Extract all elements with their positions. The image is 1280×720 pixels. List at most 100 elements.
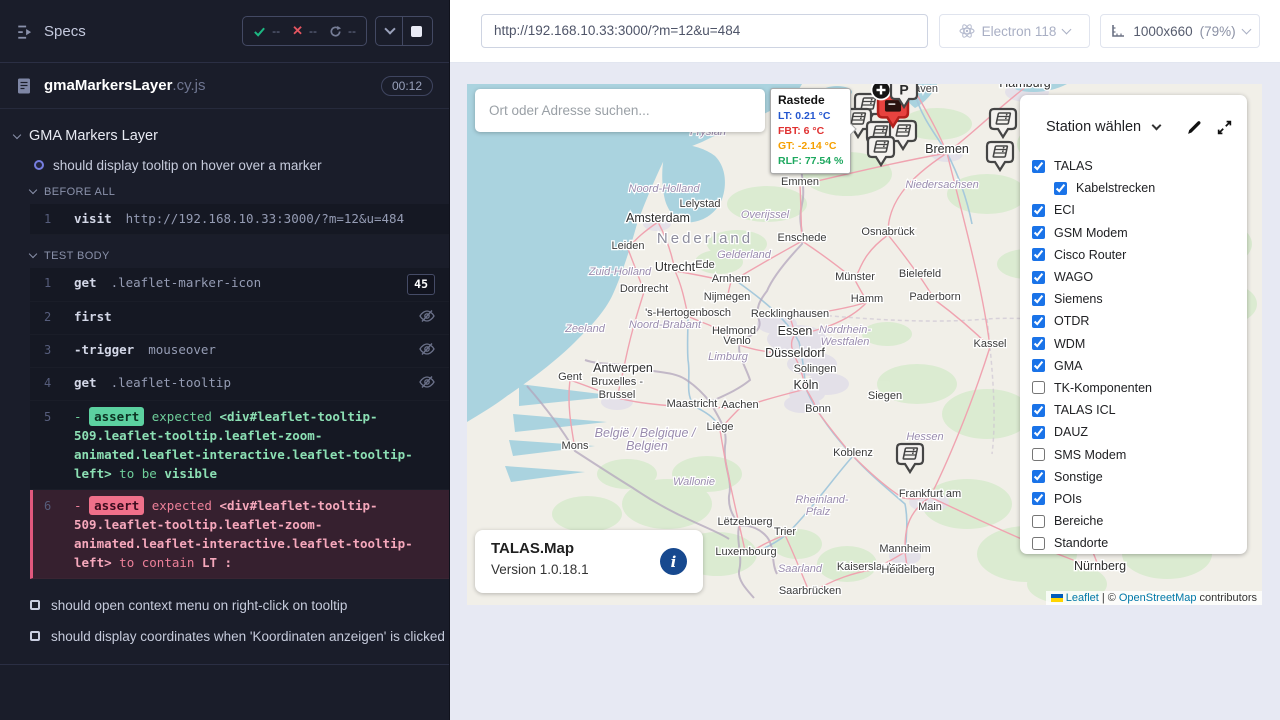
command-line-number: 5 [44,407,74,427]
assert-command-row[interactable]: 5- assert expected <div#leaflet-tooltip-… [30,401,449,490]
station-checkbox[interactable] [1032,204,1045,217]
station-checkbox[interactable] [1032,337,1045,350]
info-icon[interactable]: i [660,548,687,575]
section-label: BEFORE ALL [44,186,115,198]
pending-test-row[interactable]: should display coordinates when 'Koordin… [0,622,449,650]
station-checkbox[interactable] [1032,448,1045,461]
station-checkbox[interactable] [1032,492,1045,505]
station-checkbox[interactable] [1032,160,1045,173]
chevron-down-icon[interactable] [1152,120,1162,130]
station-checkbox[interactable] [1032,381,1045,394]
test-body-commands: 1get.leaflet-marker-icon452first3-trigge… [30,268,449,579]
map-label: Recklinghausen [751,308,829,320]
station-checkbox-label[interactable]: Kabelstrecken [1076,181,1155,195]
station-checkbox[interactable] [1032,226,1045,239]
station-checkbox-label[interactable]: GSM Modem [1054,226,1128,240]
pending-tests: should open context menu on right-click … [0,591,449,650]
browser-select[interactable]: Electron 118 [939,14,1090,48]
edit-pencil-icon[interactable] [1186,119,1203,136]
tooltip-value-row: FBT: 6 °C [778,124,843,139]
station-checkbox[interactable] [1032,359,1045,372]
osm-link[interactable]: OpenStreetMap [1119,592,1197,604]
assert-command-row[interactable]: 6- assert expected <div#leaflet-tooltip-… [30,490,449,579]
station-checkbox-label[interactable]: POIs [1054,492,1082,506]
map-label: Gent [558,371,582,383]
station-checkbox-item: Bereiche [1020,510,1247,532]
pending-refresh-icon [329,25,342,38]
command-args: http://192.168.10.33:3000/?m=12&u=484 [126,210,404,227]
station-checkbox[interactable] [1032,315,1045,328]
spec-file-name: gmaMarkersLayer [44,77,172,94]
station-checkbox[interactable] [1032,293,1045,306]
suite-row[interactable]: GMA Markers Layer [0,121,449,151]
test-row[interactable]: should display tooltip on hover over a m… [0,151,449,179]
map-label: Bremen [925,142,969,156]
station-checkbox-label[interactable]: TALAS ICL [1054,403,1116,417]
command-name: visit [74,210,112,227]
map-label: Zuid-Holland [588,266,652,278]
test-running-icon [34,160,44,170]
leaflet-link[interactable]: Leaflet [1066,592,1099,604]
station-checkbox[interactable] [1032,271,1045,284]
station-checkbox-label[interactable]: Siemens [1054,292,1103,306]
station-checkbox-label[interactable]: Bereiche [1054,514,1103,528]
viewport-select[interactable]: 1000x660 (79%) [1100,14,1260,48]
command-row[interactable]: 4get.leaflet-tooltip [30,368,449,401]
pending-test-row[interactable]: should open context menu on right-click … [0,591,449,619]
map-label: Liège [707,421,734,433]
specs-list-icon[interactable] [16,22,34,40]
station-checkbox[interactable] [1032,426,1045,439]
expand-icon[interactable] [1216,119,1233,136]
map-label: Limburg [708,351,749,363]
map-label: Utrecht [655,260,696,274]
station-checkbox[interactable] [1032,537,1045,550]
station-checkbox[interactable] [1032,515,1045,528]
collapse-chevron-icon[interactable] [384,23,395,34]
command-row[interactable]: 3-triggermouseover [30,335,449,368]
leaflet-map[interactable]: FryslânNoord-HollandLelystadAmsterdamOve… [467,84,1262,605]
command-row[interactable]: 1get.leaflet-marker-icon45 [30,268,449,302]
station-checkbox-label[interactable]: DAUZ [1054,425,1088,439]
command-row[interactable]: 2first [30,302,449,335]
station-checkbox-label[interactable]: Standorte [1054,536,1108,550]
map-marker-plus[interactable] [872,84,891,100]
station-checkbox-label[interactable]: Sonstige [1054,470,1103,484]
station-checkbox-label[interactable]: GMA [1054,359,1082,373]
station-checkbox-label[interactable]: WDM [1054,337,1085,351]
station-checkbox[interactable] [1054,182,1067,195]
station-checkbox-label[interactable]: TK-Komponenten [1054,381,1152,395]
before-all-section[interactable]: BEFORE ALL [0,179,449,204]
station-checkbox-label[interactable]: Cisco Router [1054,248,1126,262]
attribution-text: contributors [1200,592,1257,604]
station-checkbox-label[interactable]: WAGO [1054,270,1093,284]
attribution-separator: | © [1102,592,1116,604]
eye-slash-icon [419,341,435,357]
station-checkbox-item: GSM Modem [1020,222,1247,244]
station-checkbox-label[interactable]: TALAS [1054,159,1093,173]
specs-header: Specs -- ✕ -- -- [0,0,449,63]
eye-slash-icon [419,374,435,390]
spec-file-row[interactable]: gmaMarkersLayer .cy.js 00:12 [0,63,449,108]
stop-button[interactable] [411,26,422,37]
map-label: Lëtzebuerg [717,516,772,528]
command-row[interactable]: 1visithttp://192.168.10.33:3000/?m=12&u=… [30,204,449,235]
station-checkbox[interactable] [1032,248,1045,261]
station-checkbox[interactable] [1032,404,1045,417]
map-label: 's-Hertogenbosch [645,307,731,319]
station-checkbox-label[interactable]: OTDR [1054,314,1089,328]
station-checkbox-label[interactable]: SMS Modem [1054,448,1126,462]
map-label: Heidelberg [881,564,934,576]
url-bar[interactable]: http://192.168.10.33:3000/?m=12&u=484 [481,14,928,48]
command-line-number: 1 [44,274,74,292]
map-label: Overijssel [741,209,790,221]
marker-tooltip[interactable]: Rastede LT: 0.21 °CFBT: 6 °CGT: -2.14 °C… [770,88,851,174]
station-checkbox[interactable] [1032,470,1045,483]
station-checkbox-label[interactable]: ECI [1054,203,1075,217]
spec-duration: 00:12 [381,76,433,96]
failed-count: -- [309,24,317,38]
map-label: Osnabrück [861,226,915,238]
map-label: Aachen [721,399,758,411]
pending-test-icon [30,600,40,610]
search-input[interactable] [489,103,751,118]
test-body-section[interactable]: TEST BODY [0,243,449,268]
